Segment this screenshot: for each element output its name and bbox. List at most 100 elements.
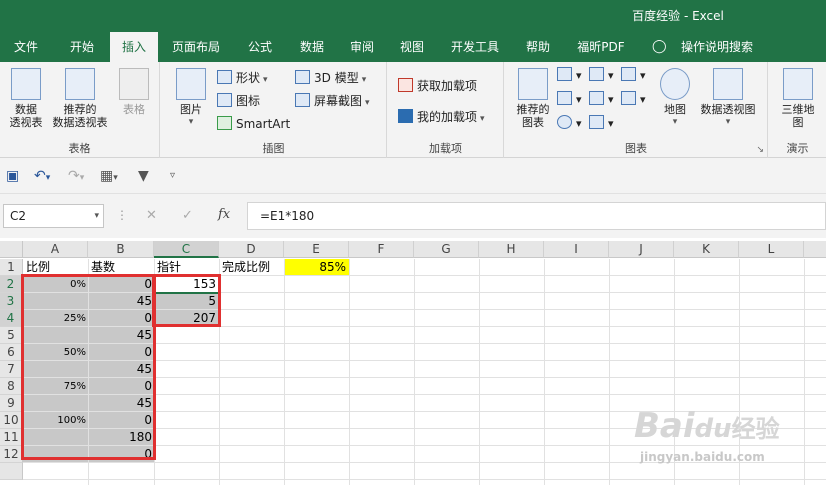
stat-chart-icon <box>589 91 604 105</box>
column-header-m[interactable] <box>804 241 826 258</box>
borders-icon[interactable]: ▦▾ <box>100 166 118 186</box>
column-header-k[interactable]: K <box>674 241 739 258</box>
map-chart-button[interactable]: 地图 ▾ <box>657 68 693 129</box>
customize-qat-icon[interactable]: ▿ <box>170 166 175 186</box>
group-addins: 获取加载项 我的加载项 加载项 <box>388 62 504 158</box>
chevron-down-icon[interactable]: ▾ <box>94 205 99 227</box>
row-header-8[interactable]: 8 <box>0 378 23 395</box>
watermark-jingyan: 经验 <box>731 415 780 443</box>
name-box[interactable]: C2 ▾ <box>3 204 104 228</box>
column-header-f[interactable]: F <box>349 241 414 258</box>
quick-access-toolbar: ▣ ↶▾ ↷▾ ▦▾ ▼ ▿ <box>0 158 826 194</box>
shapes-button[interactable]: 形状 <box>217 68 268 88</box>
column-header-l[interactable]: L <box>739 241 804 258</box>
smartart-label: SmartArt <box>236 117 291 131</box>
row-header-3[interactable]: 3 <box>0 293 23 310</box>
tab-formulas[interactable]: 公式 <box>238 32 282 62</box>
line-chart-icon <box>557 91 572 105</box>
enter-icon[interactable]: ✓ <box>182 208 193 223</box>
stat-chart-button[interactable]: ▾ <box>589 90 614 110</box>
icons-label: 图标 <box>236 94 261 108</box>
insert-function-button[interactable]: fx <box>218 207 230 222</box>
table-button[interactable]: 表格 <box>114 68 154 116</box>
column-chart-button[interactable]: ▾ <box>557 66 582 86</box>
row-header-7[interactable]: 7 <box>0 361 23 378</box>
tab-view[interactable]: 视图 <box>390 32 434 62</box>
3d-map-button[interactable]: 三维地 图 <box>777 68 819 129</box>
column-header-j[interactable]: J <box>609 241 674 258</box>
waterfall-chart-button[interactable]: ▾ <box>621 66 646 86</box>
row-header-12[interactable]: 12 <box>0 446 23 463</box>
table-icon <box>119 68 149 100</box>
column-header-c[interactable]: C <box>154 241 219 258</box>
tab-data[interactable]: 数据 <box>290 32 334 62</box>
recommended-charts-button[interactable]: 推荐的 图表 <box>513 68 553 129</box>
group-illustrations: 图片 ▾ 形状 图标 SmartArt 3D 模型 屏幕截图 插图 <box>161 62 387 158</box>
icons-icon <box>217 93 232 107</box>
row-header-13[interactable] <box>0 463 23 480</box>
tab-help[interactable]: 帮助 <box>516 32 560 62</box>
column-header-h[interactable]: H <box>479 241 544 258</box>
picture-button[interactable]: 图片 ▾ <box>173 68 209 129</box>
column-header-g[interactable]: G <box>414 241 479 258</box>
column-header-d[interactable]: D <box>219 241 284 258</box>
column-header-i[interactable]: I <box>544 241 609 258</box>
cube-icon <box>295 70 310 84</box>
row-header-6[interactable]: 6 <box>0 344 23 361</box>
select-all-button[interactable] <box>0 241 23 258</box>
pie-chart-icon <box>557 115 572 129</box>
formula-input[interactable]: =E1*180 <box>247 202 826 230</box>
picture-label: 图片 <box>180 103 202 116</box>
filter-icon[interactable]: ▼ <box>138 166 149 186</box>
redo-icon[interactable]: ↷▾ <box>68 166 84 186</box>
screenshot-button[interactable]: 屏幕截图 <box>295 91 370 111</box>
undo-icon[interactable]: ↶▾ <box>34 166 50 186</box>
tab-developer[interactable]: 开发工具 <box>440 32 510 62</box>
smartart-button[interactable]: SmartArt <box>217 114 290 134</box>
pivot-table-button[interactable]: 数据 透视表 <box>6 68 46 129</box>
get-addins-label: 获取加载项 <box>417 79 478 93</box>
pivot-chart-button[interactable]: 数据透视图 ▾ <box>697 68 759 129</box>
my-addins-button[interactable]: 我的加载项 <box>398 107 485 127</box>
title-bar: 百度经验 - Excel <box>0 0 826 32</box>
shapes-icon <box>217 70 232 84</box>
line-chart-button[interactable]: ▾ <box>557 90 582 110</box>
group-charts: 推荐的 图表 ▾ ▾ ▾ ▾ ▾ ▾ ▾ ▾ 地图 ▾ 数据透视图 ▾ ↘ 图表 <box>505 62 768 158</box>
worksheet-grid: A B C D E F G H I J K L 1 2 3 4 5 6 7 8 … <box>0 238 826 485</box>
tab-page-layout[interactable]: 页面布局 <box>164 32 228 62</box>
row-header-10[interactable]: 10 <box>0 412 23 429</box>
cell-d1[interactable]: 完成比例 <box>220 259 284 276</box>
recommended-pivot-button[interactable]: 推荐的 数据透视表 <box>48 68 112 129</box>
formula-bar: C2 ▾ ⋮ ✕ ✓ fx =E1*180 <box>0 194 826 238</box>
tab-insert[interactable]: 插入 <box>110 32 158 62</box>
watermark-du: du <box>694 414 732 444</box>
column-header-a[interactable]: A <box>23 241 88 258</box>
save-icon[interactable]: ▣ <box>6 166 19 186</box>
tab-home[interactable]: 开始 <box>56 32 108 62</box>
pie-chart-button[interactable]: ▾ <box>557 114 582 134</box>
column-header-b[interactable]: B <box>88 241 154 258</box>
row-header-5[interactable]: 5 <box>0 327 23 344</box>
icons-button[interactable]: 图标 <box>217 91 260 111</box>
row-header-11[interactable]: 11 <box>0 429 23 446</box>
recommended-pivot-icon <box>65 68 95 100</box>
row-header-2[interactable]: 2 <box>0 276 23 293</box>
shapes-label: 形状 <box>236 71 261 85</box>
3d-model-button[interactable]: 3D 模型 <box>295 68 366 88</box>
row-header-4[interactable]: 4 <box>0 310 23 327</box>
hierarchy-chart-button[interactable]: ▾ <box>589 66 614 86</box>
tell-me-search[interactable]: 操作说明搜索 <box>672 32 762 62</box>
row-header-1[interactable]: 1 <box>0 259 23 276</box>
get-addins-button[interactable]: 获取加载项 <box>398 76 477 96</box>
row-header-9[interactable]: 9 <box>0 395 23 412</box>
tab-review[interactable]: 审阅 <box>340 32 384 62</box>
group-tours: 三维地 图 演示 <box>769 62 826 158</box>
group-label-tours: 演示 <box>786 142 809 155</box>
tab-file[interactable]: 文件 <box>0 32 52 62</box>
column-header-e[interactable]: E <box>284 241 349 258</box>
scatter-chart-button[interactable]: ▾ <box>589 114 614 134</box>
cancel-icon[interactable]: ✕ <box>146 208 157 223</box>
combo-chart-button[interactable]: ▾ <box>621 90 646 110</box>
tab-foxit-pdf[interactable]: 福昕PDF <box>568 32 634 62</box>
cell-e1[interactable]: 85% <box>284 259 348 276</box>
